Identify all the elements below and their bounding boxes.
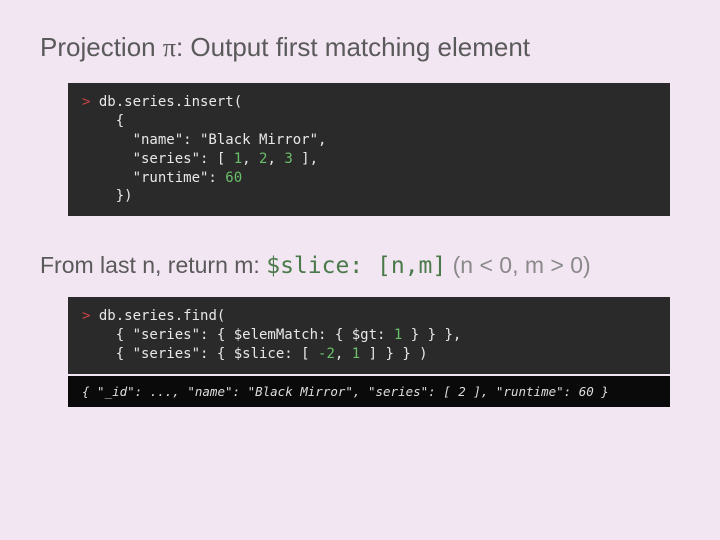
code-text: , [267,151,284,167]
code-block-find: > db.series.find( { "series": { $elemMat… [68,297,670,374]
title-prefix: Projection [40,32,163,62]
code-line: }) [82,188,133,204]
result-text: { "_id": ..., "name": "Black Mirror", "s… [82,384,609,399]
result-block: { "_id": ..., "name": "Black Mirror", "s… [68,376,670,407]
code-line: { "series": { $elemMatch: { $gt: [82,327,394,343]
code-line: db.series.insert( [90,94,242,110]
code-text: , [242,151,259,167]
code-line: db.series.find( [90,308,225,324]
number-literal: 1 [352,346,360,362]
code-line: } } }, [402,327,461,343]
subtitle-text: From last n, return m: [40,252,266,278]
number-literal: 1 [234,151,242,167]
title-suffix: : Output first matching element [176,32,530,62]
code-line: { [82,113,124,129]
slice-operator: $slice: [n,m] [266,253,446,279]
slice-constraints: (n < 0, m > 0) [446,252,590,278]
number-literal: -2 [318,346,335,362]
number-literal: 3 [284,151,292,167]
slide-title: Projection π: Output first matching elem… [40,32,680,63]
pi-symbol: π [163,33,176,62]
code-text: , [335,346,352,362]
code-line: ] } } ) [360,346,427,362]
code-line: "runtime": [82,170,225,186]
code-line: "name": "Black Mirror", [82,132,326,148]
code-block-insert: > db.series.insert( { "name": "Black Mir… [68,83,670,216]
code-line: { "series": { $slice: [ [82,346,318,362]
code-line: "series": [ [82,151,234,167]
number-literal: 60 [225,170,242,186]
slide-subtitle: From last n, return m: $slice: [n,m] (n … [40,252,680,279]
code-line: ], [293,151,318,167]
